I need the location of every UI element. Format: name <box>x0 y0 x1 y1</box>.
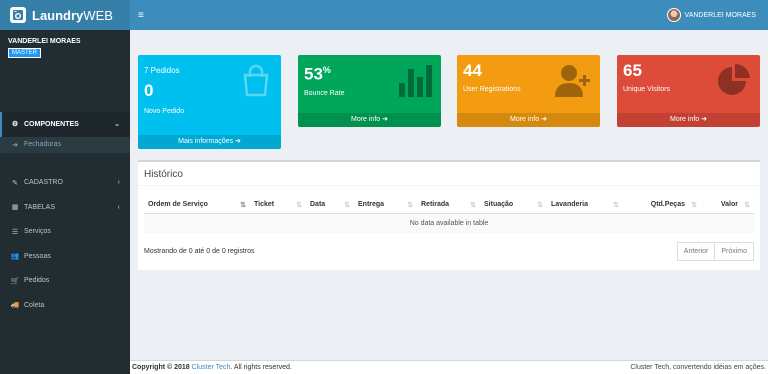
sidebar-item-label: Serviços <box>24 228 51 236</box>
app-title: LaundryWEB <box>32 7 113 23</box>
sort-icon: ⇅ <box>537 202 543 209</box>
copyright-text: Copyright © 2018 Cluster Tech. All right… <box>132 364 292 371</box>
column-header-lavanderia[interactable]: Lavanderia ⇅ <box>547 196 623 214</box>
orders-box: 7 Pedidos 0 Novo Pedido Mais informações… <box>138 55 281 149</box>
company-link[interactable]: Cluster Tech <box>192 364 231 371</box>
table-row: No data available in table <box>144 213 754 233</box>
user-nav-name: VANDERLEI MORAES <box>684 11 756 19</box>
sidebar-item-componentes[interactable]: ⚙ COMPONENTES ⌄ <box>0 112 130 137</box>
cogs-icon: ⚙ <box>11 121 19 129</box>
washing-machine-icon <box>10 7 26 23</box>
edit-icon: ✎ <box>12 179 18 187</box>
sidebar-item-label: COMPONENTES <box>24 120 79 128</box>
sidebar-item-label: TABELAS <box>24 203 55 211</box>
sidebar-menu: ⚙ COMPONENTES ⌄ ➜ Fechaduras ✎ CADASTRO … <box>0 112 130 318</box>
panel-title: Histórico <box>138 162 760 186</box>
users-icon: 👥 <box>10 253 20 261</box>
arrow-circle-right-icon: ➜ <box>12 141 18 149</box>
user-panel: VANDERLEI MORAES MASTER <box>0 30 130 78</box>
sidebar-item-tabelas[interactable]: ▦ TABELAS ‹ <box>0 195 130 220</box>
next-page-button[interactable]: Próximo <box>715 242 754 261</box>
user-name: VANDERLEI MORAES <box>8 38 81 45</box>
column-header-retirada[interactable]: Retirada ⇅ <box>417 196 480 214</box>
arrow-circle-right-icon: ➜ <box>234 138 241 145</box>
unique-visitors-box: 65 Unique Visitors More info ➜ <box>617 55 760 127</box>
pie-chart-icon <box>716 63 752 101</box>
bounce-rate-box: 53% Bounce Rate More info ➜ <box>298 55 441 127</box>
page-footer: Copyright © 2018 Cluster Tech. All right… <box>130 360 768 374</box>
table-icon: ▦ <box>11 204 19 212</box>
sidebar-item-label: Pedidos <box>24 277 50 285</box>
sidebar-item-servicos[interactable]: ☰ Serviços <box>0 220 130 245</box>
sidebar-item-label: CADASTRO <box>24 179 63 187</box>
list-icon: ☰ <box>11 228 19 236</box>
footer-tagline: Cluster Tech, convertendo idéias em açõe… <box>630 364 766 371</box>
sidebar-item-coleta[interactable]: 🚚 Coleta <box>0 293 130 318</box>
visitors-more-info-link[interactable]: More info ➜ <box>617 113 760 127</box>
chevron-left-icon: ‹ <box>117 179 120 187</box>
user-menu[interactable]: VANDERLEI MORAES <box>666 8 756 22</box>
arrow-circle-right-icon: ➜ <box>541 116 547 123</box>
sort-icon: ⇅ <box>344 202 350 209</box>
bounce-more-info-link[interactable]: More info ➜ <box>298 113 441 127</box>
table-header-row: Ordem de Serviço ⇅ Ticket ⇅ Data ⇅ Entrega ⇅… <box>144 196 754 214</box>
user-role-badge: MASTER <box>8 48 42 58</box>
truck-icon: 🚚 <box>10 302 20 310</box>
column-header-valor[interactable]: Valor ⇅ <box>701 196 754 214</box>
sort-icon: ⇅ <box>407 202 413 209</box>
sidebar-item-label: Coleta <box>24 301 45 309</box>
column-header-entrega[interactable]: Entrega ⇅ <box>354 196 417 214</box>
pagination: Anterior Próximo <box>676 242 754 261</box>
previous-page-button[interactable]: Anterior <box>676 242 716 261</box>
historico-panel: Histórico Ordem de Serviço ⇅ Ticket ⇅ Data… <box>138 160 760 270</box>
sort-asc-icon: ⇅ <box>240 202 246 209</box>
cart-icon: 🛒 <box>10 277 20 285</box>
sort-icon: ⇅ <box>296 202 302 209</box>
sidebar-item-label: Pessoas <box>24 252 51 260</box>
sort-icon: ⇅ <box>744 202 750 209</box>
table-info: Mostrando de 0 até 0 de 0 registros <box>144 248 255 255</box>
column-header-qtd-pecas[interactable]: Qtd.Peças ⇅ <box>623 196 701 214</box>
sort-icon: ⇅ <box>470 202 476 209</box>
user-plus-icon <box>554 63 592 99</box>
historico-table: Ordem de Serviço ⇅ Ticket ⇅ Data ⇅ Entrega ⇅… <box>144 196 754 233</box>
sidebar-item-label: Fechaduras <box>24 141 61 148</box>
empty-table-message: No data available in table <box>144 213 754 233</box>
registrations-more-info-link[interactable]: More info ➜ <box>457 113 600 127</box>
sort-icon: ⇅ <box>613 202 619 209</box>
sidebar-item-pessoas[interactable]: 👥 Pessoas <box>0 244 130 269</box>
sidebar: LaundryWEB VANDERLEI MORAES MASTER ⚙ COM… <box>0 0 130 374</box>
chevron-down-icon: ⌄ <box>114 121 120 129</box>
chevron-left-icon: ‹ <box>117 203 120 211</box>
sidebar-item-fechaduras[interactable]: ➜ Fechaduras <box>0 137 130 153</box>
submenu-componentes: ➜ Fechaduras <box>0 136 130 153</box>
sidebar-toggle-icon[interactable]: ≡ <box>138 10 150 21</box>
orders-label: Novo Pedido <box>144 108 185 115</box>
bar-chart-icon <box>397 63 433 99</box>
sidebar-item-cadastro[interactable]: ✎ CADASTRO ‹ <box>0 171 130 196</box>
arrow-circle-right-icon: ➜ <box>701 116 707 123</box>
avatar <box>666 8 681 22</box>
sort-icon: ⇅ <box>691 202 697 209</box>
column-header-data[interactable]: Data ⇅ <box>306 196 354 214</box>
column-header-ordem[interactable]: Ordem de Serviço ⇅ <box>144 196 250 214</box>
shopping-bag-icon <box>239 63 273 99</box>
orders-more-info-link[interactable]: Mais informações ➜ <box>138 135 281 149</box>
top-navbar: ≡ VANDERLEI MORAES <box>130 0 768 30</box>
column-header-situacao[interactable]: Situação ⇅ <box>480 196 547 214</box>
column-header-ticket[interactable]: Ticket ⇅ <box>250 196 306 214</box>
user-registrations-box: 44 User Registrations More info ➜ <box>457 55 600 127</box>
app-logo[interactable]: LaundryWEB <box>0 0 130 30</box>
arrow-circle-right-icon: ➜ <box>382 116 388 123</box>
sidebar-item-pedidos[interactable]: 🛒 Pedidos <box>0 269 130 294</box>
